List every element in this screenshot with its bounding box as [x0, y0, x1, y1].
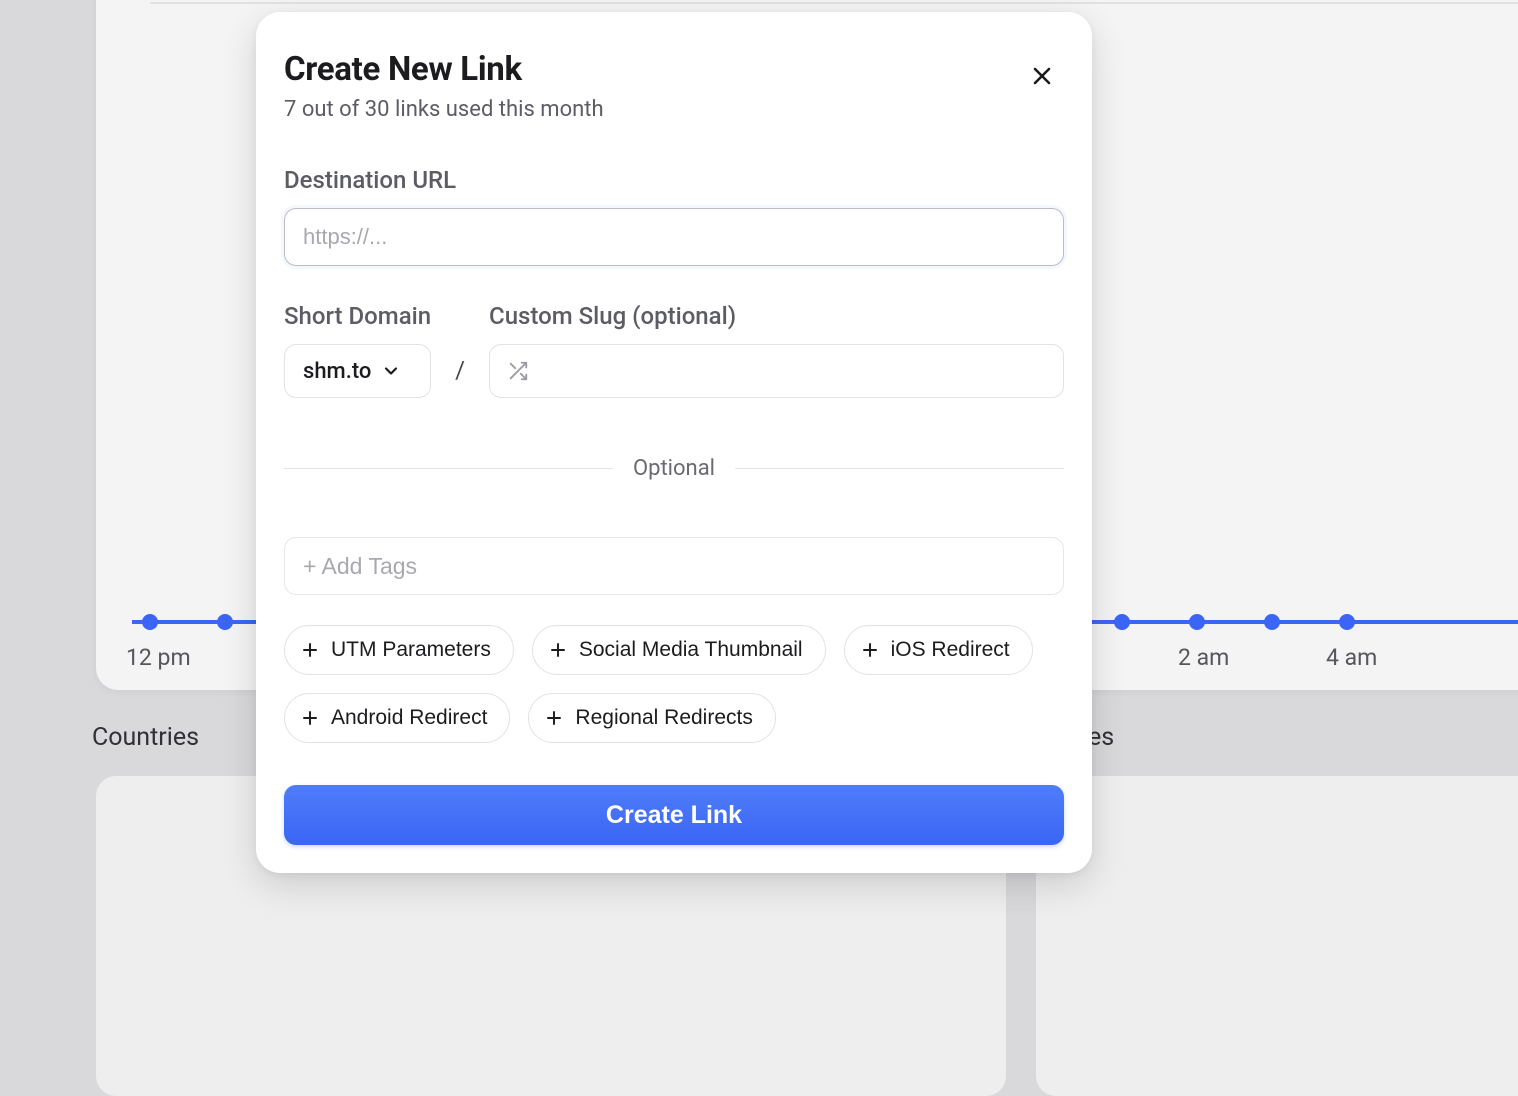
destination-url-label: Destination URL: [284, 166, 1064, 194]
create-link-button[interactable]: Create Link: [284, 785, 1064, 845]
social-thumbnail-chip[interactable]: Social Media Thumbnail: [532, 625, 826, 675]
utm-parameters-chip[interactable]: UTM Parameters: [284, 625, 514, 675]
regional-redirects-chip[interactable]: Regional Redirects: [528, 693, 775, 743]
domain-slug-separator: /: [455, 356, 465, 398]
create-link-modal: Create New Link 7 out of 30 links used t…: [256, 12, 1092, 873]
shuffle-icon: [507, 360, 529, 382]
custom-slug-label: Custom Slug (optional): [489, 302, 1064, 330]
modal-title: Create New Link: [284, 50, 1064, 89]
panel-other: [1036, 776, 1518, 1096]
plus-icon: [301, 709, 319, 727]
create-link-label: Create Link: [606, 801, 742, 829]
plus-icon: [301, 641, 319, 659]
chevron-down-icon: [381, 361, 401, 381]
destination-url-input[interactable]: [284, 208, 1064, 266]
short-domain-value: shm.to: [303, 359, 371, 384]
short-domain-label: Short Domain: [284, 302, 431, 330]
plus-icon: [861, 641, 879, 659]
close-icon: [1030, 64, 1054, 88]
optional-features: UTM Parameters Social Media Thumbnail iO…: [284, 625, 1064, 743]
x-tick-label: 2 am: [1178, 644, 1229, 671]
ios-redirect-chip[interactable]: iOS Redirect: [844, 625, 1033, 675]
section-heading-countries: Countries: [92, 723, 199, 752]
close-button[interactable]: [1022, 56, 1062, 96]
short-domain-select[interactable]: shm.to: [284, 344, 431, 398]
plus-icon: [549, 641, 567, 659]
chip-label: iOS Redirect: [891, 638, 1010, 662]
optional-label: Optional: [633, 456, 715, 481]
chip-label: UTM Parameters: [331, 638, 491, 662]
chip-label: Regional Redirects: [575, 706, 752, 730]
x-tick-label: 4 am: [1326, 644, 1377, 671]
modal-subtitle: 7 out of 30 links used this month: [284, 97, 1064, 122]
chip-label: Android Redirect: [331, 706, 487, 730]
optional-divider: Optional: [284, 456, 1064, 481]
plus-icon: [545, 709, 563, 727]
android-redirect-chip[interactable]: Android Redirect: [284, 693, 510, 743]
x-tick-label: 12 pm: [126, 644, 191, 671]
custom-slug-input[interactable]: [489, 344, 1064, 398]
chip-label: Social Media Thumbnail: [579, 638, 803, 662]
chart-top-rule: [150, 2, 1518, 4]
tags-input[interactable]: [284, 537, 1064, 595]
